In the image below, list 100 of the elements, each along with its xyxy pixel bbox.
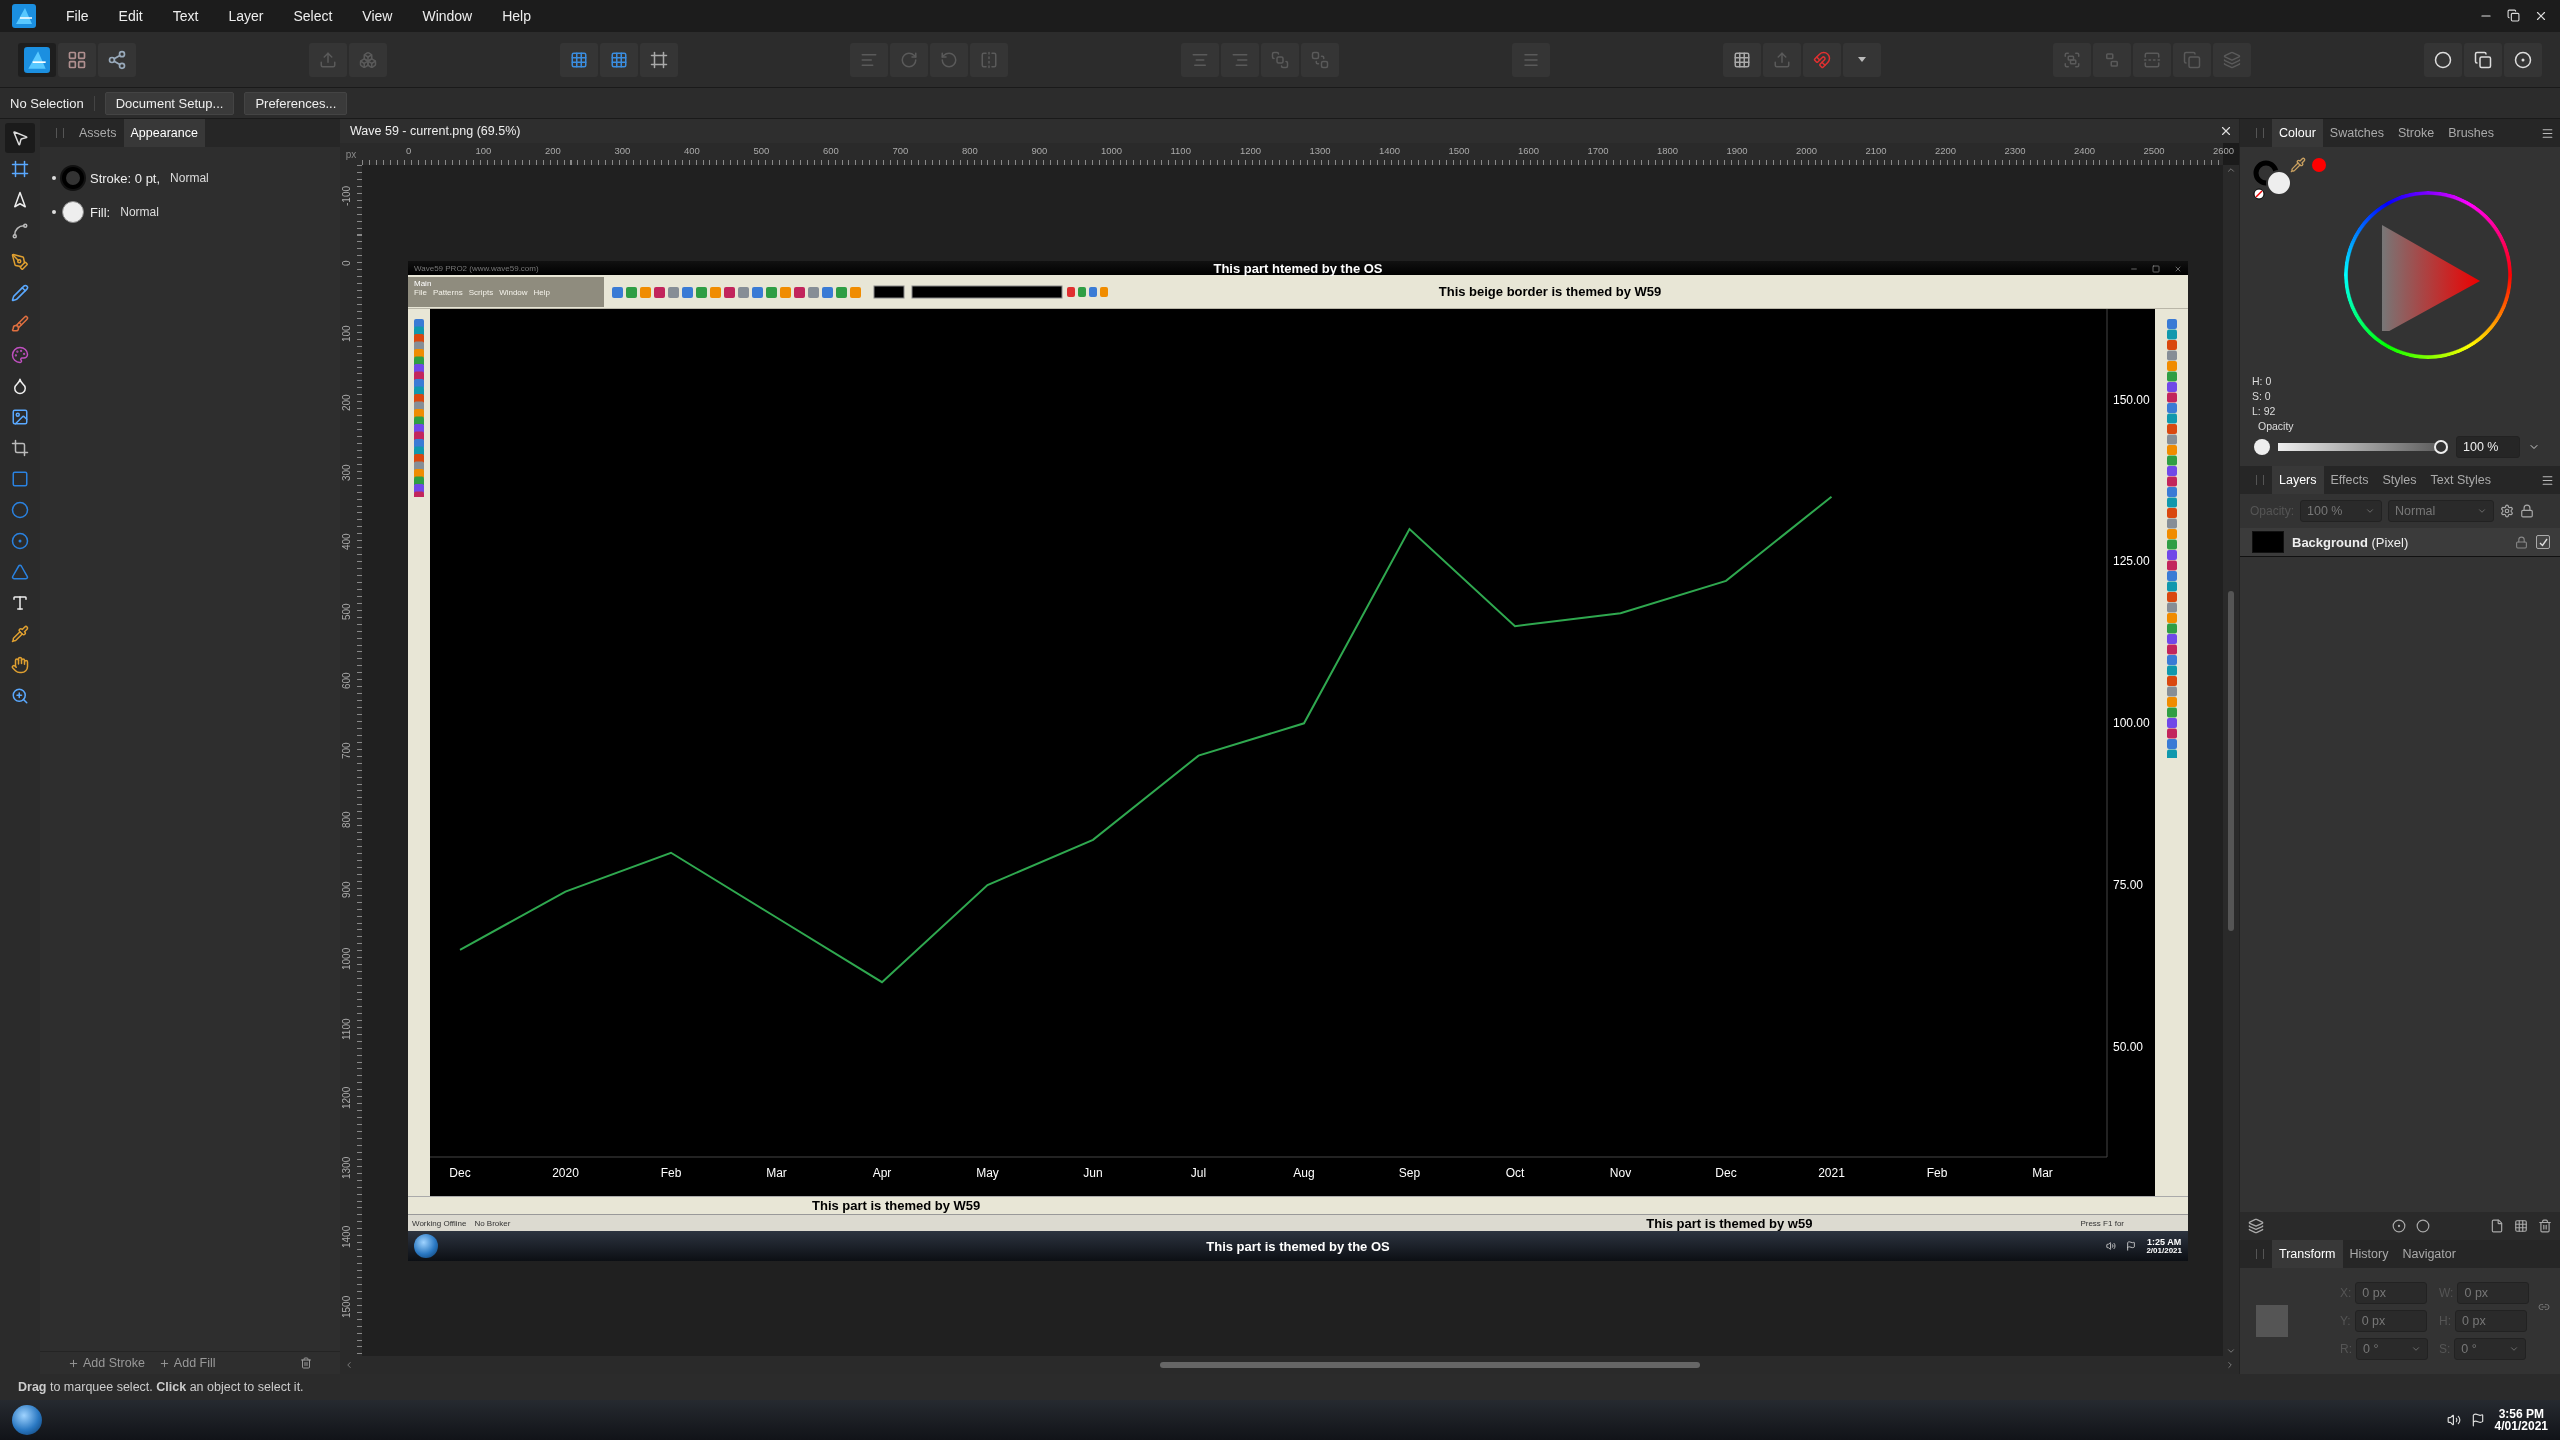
export-persona-button[interactable] [98,42,136,77]
start-button[interactable] [12,1405,42,1435]
adjustment-icon[interactable] [2416,1219,2430,1233]
document-icon[interactable] [2490,1219,2504,1233]
ruler-label: -100 [341,185,352,206]
menu-item[interactable]: Text [172,8,199,24]
add-button[interactable]: Add Stroke [68,1356,145,1370]
x-axis-label: 2021 [1818,1166,1845,1180]
scroll-left-icon[interactable] [344,1360,354,1370]
designer-persona-button[interactable] [18,42,56,77]
app-logo-icon[interactable] [24,46,50,73]
blend-mode[interactable]: Normal [170,171,209,185]
lock-icon[interactable] [2515,535,2528,549]
panel-tab[interactable]: Navigator [2395,1240,2463,1268]
x-axis-label: Aug [1293,1166,1315,1180]
ruler-label: 100 [341,324,352,342]
pointer-tool[interactable] [5,123,35,153]
opacity-field[interactable]: 100 % [2456,436,2520,458]
status-item: No Broker [474,1218,511,1228]
panel-tab[interactable]: Transform [2272,1240,2343,1268]
stroke-swatch[interactable] [62,167,84,189]
document-tab[interactable]: Wave 59 - current.png (69.5%) [350,124,521,138]
opacity-slider[interactable] [2278,440,2448,454]
tool-strip-drawing[interactable] [411,317,427,497]
circle-dot-button[interactable] [2504,42,2542,77]
menu-icon[interactable] [2541,473,2554,487]
y-axis-label: 150.00 [2113,392,2150,407]
scroll-up-icon[interactable] [2226,165,2236,175]
panel-tab[interactable]: Swatches [2322,119,2392,147]
color-value: H: 0 [2252,374,2273,389]
grid-button[interactable] [559,42,598,77]
menu-item[interactable]: File [66,8,89,24]
ruler-label: 1500 [341,1295,352,1318]
menu-icon[interactable] [2541,126,2554,140]
rotate-icon [940,50,959,69]
panel-tab[interactable]: Colour [2272,119,2323,147]
restore-icon[interactable] [2507,9,2520,22]
snapping-grid-button[interactable] [1722,42,1761,77]
panel-tab[interactable]: Layers [2272,466,2324,494]
image-icon [11,408,29,426]
menu-item[interactable]: View [362,8,393,24]
menu-item[interactable]: Layer [228,8,264,24]
ruler-label: 1600 [1518,145,1540,156]
close-icon[interactable] [2219,124,2233,138]
panel-tab[interactable]: Text Styles [2423,466,2498,494]
add-button[interactable]: Add Fill [158,1356,216,1370]
panel-tab[interactable]: Styles [2375,466,2424,494]
ruler-label: 200 [341,394,352,411]
panel-tab[interactable]: Appearance [123,119,205,147]
scroll-down-icon[interactable] [2226,1346,2236,1356]
scrollbar-thumb[interactable] [1159,1362,1700,1368]
circle-dot-icon [2514,50,2532,69]
ruler-label: 800 [341,811,352,828]
context-button[interactable]: Preferences... [244,91,348,115]
visibility-checkbox[interactable] [2536,535,2550,549]
panel-tab[interactable]: Brushes [2441,119,2502,147]
panel-tab[interactable]: History [2342,1240,2396,1268]
lock-icon[interactable] [2520,504,2534,518]
magnet-button[interactable] [1802,42,1841,77]
frame-icon [649,50,668,69]
close-icon[interactable] [2534,9,2548,23]
eyedropper-icon[interactable] [2290,157,2306,173]
ruler-label: 1100 [341,1018,352,1040]
checker-icon[interactable] [2514,1219,2528,1233]
menu-item[interactable]: Help [502,8,531,24]
copy-button[interactable] [2464,42,2502,77]
flag-icon [2470,1413,2485,1427]
fill-swatch[interactable] [62,201,84,223]
link-icon[interactable] [2538,1301,2550,1313]
context-button[interactable]: Document Setup... [104,91,235,115]
settings-icon[interactable] [2500,504,2514,518]
panel-tab[interactable]: Stroke [2391,119,2442,147]
ruler-label: 2100 [1865,145,1887,156]
menu-item[interactable]: Window [422,8,473,24]
start-button[interactable] [414,1234,438,1258]
pixel-persona-button[interactable] [58,42,96,77]
trash-icon[interactable] [2538,1219,2552,1233]
recent-color-icon[interactable] [2312,158,2326,172]
ruler-label: 1500 [1448,145,1470,156]
scroll-right-icon[interactable] [2225,1360,2235,1370]
blend-mode[interactable]: Normal [120,205,159,219]
stroke-label: Stroke: 0 pt, [90,170,161,186]
grid-button[interactable] [599,42,638,77]
ruler-label: 500 [341,602,352,620]
frame-button[interactable] [639,42,678,77]
mask-icon[interactable] [2392,1219,2406,1233]
x-axis-label: Sep [1398,1166,1421,1180]
annotation-text: This part is themed by W59 [812,1198,981,1213]
menu-item[interactable]: Edit [118,8,143,24]
layers-icon[interactable] [2248,1218,2264,1234]
x-axis-label: Apr [872,1166,892,1180]
ruler-label: 0 [341,260,352,266]
menu-item[interactable]: Select [293,8,333,24]
opacity-label: Opacity [2257,419,2295,434]
panel-tab[interactable]: Effects [2323,466,2376,494]
trash-icon[interactable] [300,1357,312,1369]
scrollbar-thumb[interactable] [2228,590,2234,931]
panel-tab[interactable]: Assets [72,119,124,147]
ruler-label: 400 [341,533,352,550]
circle-button[interactable] [2424,42,2462,77]
